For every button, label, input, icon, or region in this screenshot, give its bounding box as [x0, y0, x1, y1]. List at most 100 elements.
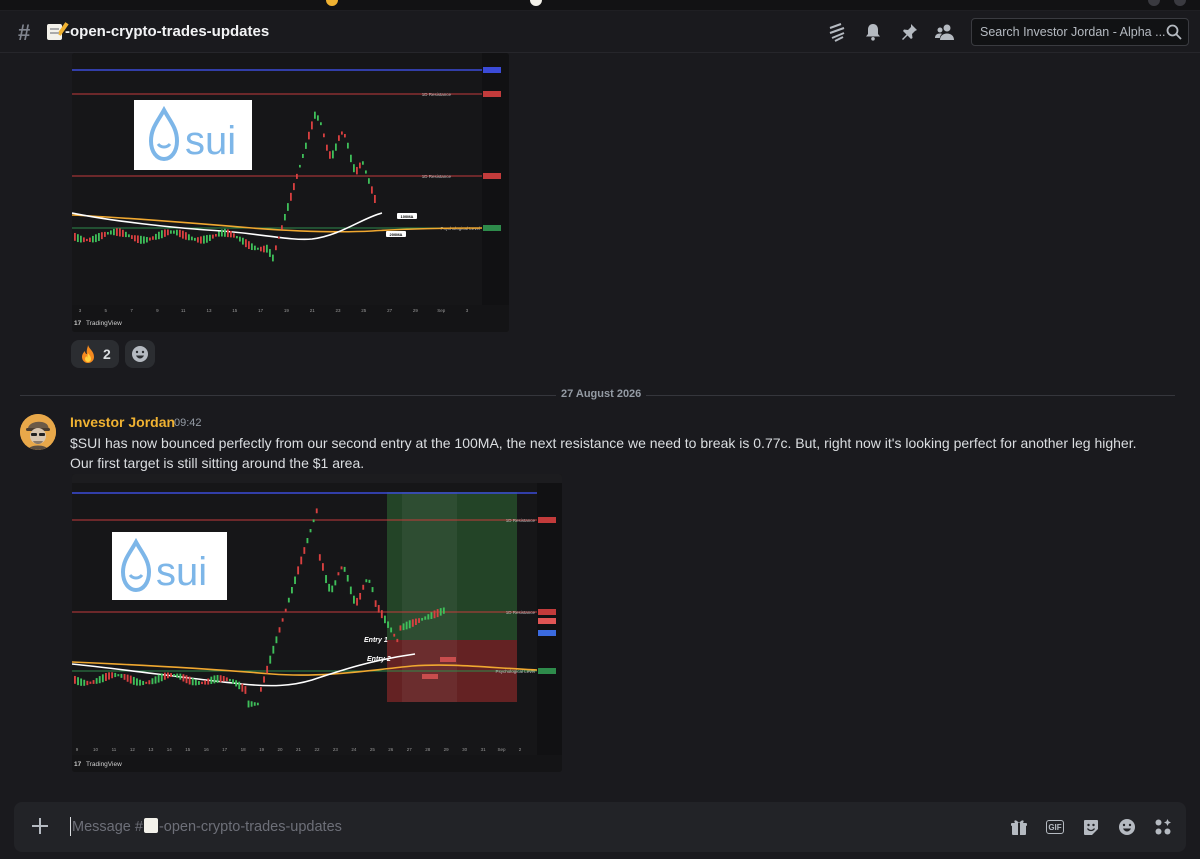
candle: [254, 245, 256, 251]
x-tick-label: 25: [370, 747, 376, 752]
date-divider-label: 27 August 2026: [556, 388, 647, 400]
entry-2-label: Entry 2: [367, 656, 391, 663]
candle: [331, 585, 334, 593]
x-tick-label: 28: [425, 747, 431, 752]
candle: [308, 131, 310, 140]
gift-icon[interactable]: [1008, 816, 1030, 838]
candle: [163, 672, 166, 680]
candle: [92, 235, 94, 243]
candle: [362, 161, 364, 165]
gif-icon[interactable]: GIF: [1044, 816, 1066, 838]
candle: [194, 237, 196, 241]
tradingview-watermark-2: TradingView: [86, 761, 122, 768]
candle: [129, 675, 132, 684]
candle: [120, 673, 123, 678]
candle: [209, 234, 211, 241]
candle: [433, 610, 436, 619]
candle: [337, 572, 340, 576]
candle: [294, 576, 296, 585]
candle: [272, 645, 275, 654]
candle: [263, 676, 265, 683]
emoji-icon[interactable]: [1116, 816, 1138, 838]
candle: [257, 247, 259, 250]
candle: [119, 228, 121, 237]
candle: [359, 592, 362, 600]
candle: [236, 235, 238, 239]
candle: [142, 680, 145, 686]
message-input-placeholder[interactable]: Message # -open-crypto-trades-updates: [72, 818, 342, 835]
candle: [98, 676, 101, 684]
candle: [77, 677, 79, 686]
pin-icon[interactable]: [898, 21, 920, 43]
x-tick-label: 12: [130, 747, 136, 752]
x-tick-label: 20: [278, 747, 284, 752]
message-composer[interactable]: Message # -open-crypto-trades-updates GIF: [14, 802, 1186, 852]
candle: [309, 529, 312, 533]
channel-title: -open-crypto-trades-updates: [65, 23, 270, 40]
candle: [436, 609, 439, 618]
x-tick-label: 17: [222, 747, 228, 752]
bell-icon[interactable]: [862, 21, 884, 43]
candle: [284, 213, 286, 221]
candle: [219, 675, 222, 683]
add-reaction-button[interactable]: [124, 340, 155, 368]
message-author[interactable]: Investor Jordan: [70, 414, 175, 430]
candle: [353, 164, 355, 173]
candle: [194, 679, 197, 686]
candle: [158, 231, 160, 240]
sticker-icon[interactable]: [1080, 816, 1102, 838]
candle: [266, 244, 268, 253]
candle: [95, 678, 98, 684]
candle: [155, 233, 157, 240]
chart-image-attachment[interactable]: 1D Resistance 1D Resistance Psychologica…: [72, 53, 509, 332]
candle: [101, 674, 104, 683]
candle: [114, 672, 117, 678]
candle: [272, 254, 274, 262]
candle: [83, 679, 86, 686]
candle: [269, 655, 272, 664]
candle: [390, 627, 393, 633]
candle: [430, 612, 433, 620]
add-attachment-icon[interactable]: [28, 814, 52, 838]
candle: [424, 616, 427, 620]
members-icon[interactable]: [934, 21, 956, 43]
candle: [344, 134, 346, 138]
candle: [216, 675, 219, 683]
candle: [101, 232, 103, 240]
reaction-fire[interactable]: 2: [71, 340, 119, 368]
chart-image-attachment-2[interactable]: 1D Resistance 1D Resistance Psychologica…: [72, 474, 562, 772]
candle: [146, 236, 148, 243]
candle: [154, 676, 157, 684]
candle: [77, 234, 79, 243]
candle: [134, 235, 136, 242]
candle: [191, 236, 193, 241]
avatar[interactable]: [20, 414, 56, 450]
x-tick-label: 19: [259, 747, 265, 752]
candle: [245, 239, 247, 248]
x-tick-label: 16: [204, 747, 210, 752]
candle: [104, 231, 106, 237]
annotation-100ma: 100MA: [401, 214, 414, 219]
candle: [203, 235, 205, 244]
candle: [107, 232, 109, 235]
apps-icon[interactable]: [1152, 816, 1174, 838]
candle: [108, 672, 110, 680]
candle: [287, 597, 290, 603]
candle: [95, 234, 97, 243]
candle: [204, 680, 207, 685]
entry-1-label: Entry 1: [364, 637, 388, 644]
candle: [408, 620, 411, 629]
candle: [151, 678, 154, 685]
annotation-200ma: 200MA: [390, 232, 403, 237]
candle: [86, 238, 88, 242]
candle: [341, 131, 343, 135]
candle: [160, 673, 163, 682]
candle: [200, 236, 202, 244]
threads-icon[interactable]: [826, 21, 848, 43]
x-tick-label: 18: [241, 747, 247, 752]
search-bar[interactable]: Search Investor Jordan - Alpha ...: [971, 18, 1189, 46]
candle: [290, 192, 292, 201]
sui-chart-1: 1D Resistance 1D Resistance Psychologica…: [72, 53, 509, 332]
candle: [110, 230, 112, 235]
candle: [232, 679, 234, 684]
